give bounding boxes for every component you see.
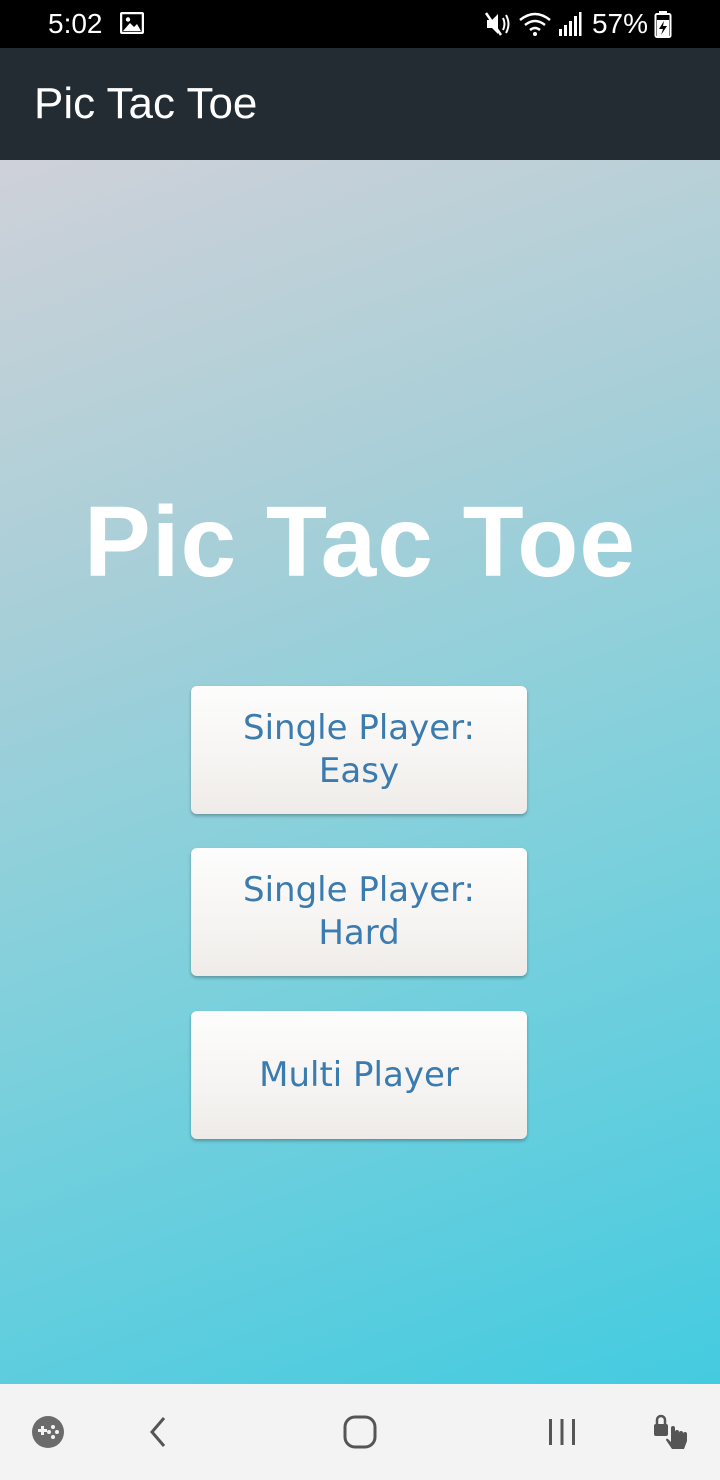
status-bar: 5:02 57% bbox=[0, 0, 720, 48]
home-button[interactable] bbox=[326, 1384, 394, 1480]
recents-button[interactable] bbox=[530, 1384, 594, 1480]
navigation-bar bbox=[0, 1384, 720, 1480]
home-icon bbox=[343, 1415, 377, 1449]
status-icons: 57% bbox=[484, 6, 672, 42]
battery-charging-icon bbox=[654, 11, 672, 38]
wifi-icon bbox=[519, 12, 551, 36]
back-icon bbox=[150, 1417, 166, 1447]
recents-icon bbox=[549, 1419, 575, 1445]
app-bar: Pic Tac Toe bbox=[0, 48, 720, 160]
multi-player-button[interactable]: Multi Player bbox=[191, 1011, 527, 1139]
app-bar-title: Pic Tac Toe bbox=[34, 79, 258, 128]
multi-player-label: Multi Player bbox=[259, 1054, 459, 1095]
main-content: Pic Tac Toe Single Player: Easy Single P… bbox=[0, 160, 720, 1384]
single-player-easy-label: Single Player: Easy bbox=[243, 708, 475, 791]
back-button[interactable] bbox=[126, 1384, 190, 1480]
single-player-hard-button[interactable]: Single Player: Hard bbox=[191, 848, 527, 976]
single-player-easy-button[interactable]: Single Player: Easy bbox=[191, 686, 527, 814]
signal-icon bbox=[558, 12, 582, 36]
touch-lock-icon bbox=[654, 1414, 687, 1449]
touch-lock-button[interactable] bbox=[640, 1384, 704, 1480]
image-icon bbox=[120, 12, 144, 34]
game-launcher-button[interactable] bbox=[16, 1384, 80, 1480]
mute-icon bbox=[484, 12, 510, 36]
battery-percent: 57% bbox=[591, 8, 648, 39]
game-title: Pic Tac Toe bbox=[84, 486, 636, 598]
single-player-hard-label: Single Player: Hard bbox=[243, 870, 475, 953]
game-launcher-icon bbox=[32, 1416, 64, 1448]
status-time: 5:02 bbox=[48, 8, 103, 39]
